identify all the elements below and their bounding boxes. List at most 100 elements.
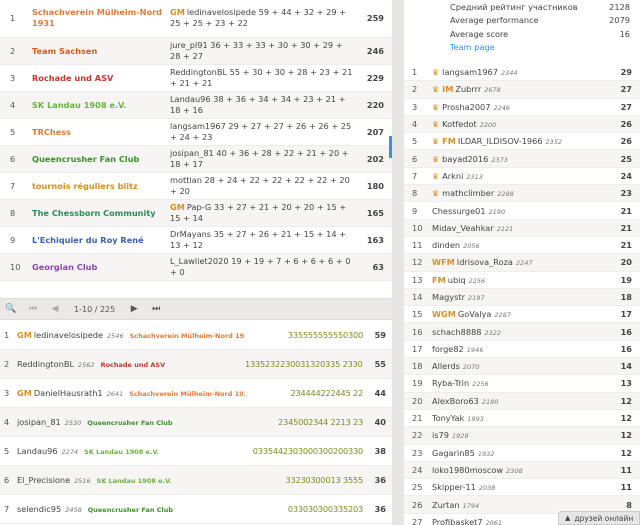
team-page-link[interactable]: Team page <box>450 42 495 52</box>
team-player-name-link[interactable]: AlexBoro63 <box>432 396 479 406</box>
team-row[interactable]: 8 The Chessborn Community GM Pap-G 33 + 27 … <box>0 200 392 227</box>
team-row[interactable]: 6 Queencrusher Fan Club josipan_81 40 + 36… <box>0 146 392 173</box>
team-player-row[interactable]: 14 Magystr 2197 18 <box>404 288 640 307</box>
player-name-link[interactable]: ReddingtonBL <box>17 359 74 369</box>
team-player-name-link[interactable]: Chessurge01 <box>432 206 486 216</box>
player-team-link[interactable]: SK Landau 1908 e.V. <box>84 448 159 456</box>
team-row[interactable]: 9 L'Echiquier du Roy René DrMayans 35 + 27… <box>0 227 392 254</box>
team-row[interactable]: 4 SK Landau 1908 e.V. Landau96 38 + 36 + 3… <box>0 92 392 119</box>
player-team-link[interactable]: Rochade und ASV <box>101 361 166 369</box>
player-row[interactable]: 4 josipan_81 2530 Queencrusher Fan Club 2345… <box>0 408 392 437</box>
player-name-link[interactable]: DanielHausrath1 <box>34 388 103 398</box>
team-leader-name[interactable]: Pap-G <box>187 202 211 212</box>
team-player-row[interactable]: 15 WGM GoValya 2287 17 <box>404 306 640 324</box>
team-player-name-link[interactable]: Ryba-Trin <box>432 378 469 388</box>
player-name-link[interactable]: selendic95 <box>17 504 61 514</box>
team-player-name-link[interactable]: dinden <box>432 240 460 250</box>
team-player-name-link[interactable]: Zurtan <box>432 500 460 510</box>
team-leader-name[interactable]: DrMayans <box>170 229 211 239</box>
team-name-link[interactable]: Team Sachsen <box>32 46 170 57</box>
team-name-link[interactable]: The Chessborn Community <box>32 208 170 219</box>
team-leader-name[interactable]: josipan_81 <box>170 148 214 158</box>
team-player-row[interactable]: 12 WFM Idrisova_Roza 2247 20 <box>404 254 640 272</box>
team-player-name-link[interactable]: langsam1967 <box>442 67 498 77</box>
team-player-row[interactable]: 11 dinden 2056 21 <box>404 237 640 255</box>
online-friends-button[interactable]: ▲ друзей онлайн <box>558 511 640 525</box>
team-player-name-link[interactable]: Kotfedot <box>442 119 477 129</box>
team-player-name-link[interactable]: Profibasket7 <box>432 517 483 525</box>
player-name-link[interactable]: El_Precisione <box>17 475 70 485</box>
team-player-row[interactable]: 6 ♛ bayad2016 2373 25 <box>404 150 640 168</box>
team-player-row[interactable]: 23 Gagarin85 1932 12 <box>404 445 640 462</box>
team-player-name-link[interactable]: mathclimber <box>442 188 494 198</box>
team-player-row[interactable]: 19 Ryba-Trin 2256 13 <box>404 375 640 393</box>
team-name-link[interactable]: tournois réguliers blitz <box>32 181 170 192</box>
team-player-name-link[interactable]: GoValya <box>458 309 491 319</box>
player-team-link[interactable]: SK Landau 1908 e.V. <box>97 477 172 485</box>
team-row[interactable]: 1 Schachverein Mülheim-Nord 1931 GM ledinav… <box>0 0 392 38</box>
team-leader-name[interactable]: langsam1967 <box>170 121 226 131</box>
team-name-link[interactable]: TRChess <box>32 127 170 138</box>
team-leader-name[interactable]: jure_pl91 <box>170 40 208 50</box>
player-row[interactable]: 7 selendic95 2458 Queencrusher Fan Club 0330… <box>0 495 392 524</box>
team-player-row[interactable]: 5 ♛ FM ILDAR_ILDISOV-1966 2352 26 <box>404 133 640 151</box>
team-row[interactable]: 3 Rochade und ASV ReddingtonBL 55 + 30 + 3… <box>0 65 392 92</box>
team-row[interactable]: 10 Georgian Club L_Lawliet2020 19 + 19 + 7… <box>0 254 392 281</box>
search-icon[interactable]: 🔍 <box>0 304 22 314</box>
player-name-link[interactable]: josipan_81 <box>17 417 61 427</box>
team-player-row[interactable]: 10 Midav_Veahkar 2121 21 <box>404 219 640 237</box>
team-name-link[interactable]: Schachverein Mülheim-Nord 1931 <box>32 7 170 29</box>
team-player-row[interactable]: 24 loko1980moscow 2308 11 <box>404 461 640 480</box>
next-page-icon[interactable]: ▶ <box>123 304 145 314</box>
player-row[interactable]: 2 ReddingtonBL 2562 Rochade und ASV 13352322… <box>0 350 392 379</box>
team-player-row[interactable]: 17 forge82 1946 16 <box>404 341 640 359</box>
team-player-name-link[interactable]: loko1980moscow <box>432 465 503 475</box>
team-player-name-link[interactable]: ILDAR_ILDISOV-1966 <box>458 136 543 146</box>
team-player-row[interactable]: 20 AlexBoro63 2180 12 <box>404 392 640 410</box>
team-leader-name[interactable]: L_Lawliet2020 <box>170 256 229 266</box>
team-player-row[interactable]: 18 Allerds 2070 14 <box>404 358 640 376</box>
player-name-link[interactable]: ledinavelosipede <box>34 330 103 340</box>
player-team-link[interactable]: Schachverein Mülheim-Nord 1931 <box>130 332 245 340</box>
team-player-name-link[interactable]: ubiq <box>448 275 466 285</box>
team-player-name-link[interactable]: Prosha2007 <box>442 102 490 112</box>
team-name-link[interactable]: SK Landau 1908 e.V. <box>32 100 170 111</box>
team-player-name-link[interactable]: Skipper-11 <box>432 482 476 492</box>
team-player-row[interactable]: 7 ♛ Arkni 2313 24 <box>404 168 640 186</box>
team-player-row[interactable]: 1 ♛ langsam1967 2344 29 <box>404 64 640 82</box>
team-name-link[interactable]: Queencrusher Fan Club <box>32 154 170 165</box>
team-player-name-link[interactable]: Gagarin85 <box>432 448 475 458</box>
team-player-row[interactable]: 13 FM ubiq 2256 19 <box>404 272 640 289</box>
team-name-link[interactable]: Georgian Club <box>32 262 170 273</box>
team-name-link[interactable]: Rochade und ASV <box>32 73 170 84</box>
team-row[interactable]: 5 TRChess langsam1967 29 + 27 + 27 + 26 + … <box>0 119 392 146</box>
team-row[interactable]: 2 Team Sachsen jure_pl91 36 + 33 + 33 + 30… <box>0 38 392 65</box>
team-leader-name[interactable]: ReddingtonBL <box>170 67 227 77</box>
team-leader-name[interactable]: ledinavelosipede <box>187 7 256 17</box>
team-player-row[interactable]: 8 ♛ mathclimber 2288 23 <box>404 185 640 203</box>
team-leader-name[interactable]: Landau96 <box>170 94 211 104</box>
team-player-name-link[interactable]: Magystr <box>432 292 465 302</box>
team-player-name-link[interactable]: Midav_Veahkar <box>432 223 494 233</box>
team-player-name-link[interactable]: bayad2016 <box>442 154 488 164</box>
team-leader-name[interactable]: mottian <box>170 175 202 185</box>
team-player-row[interactable]: 4 ♛ Kotfedot 2200 26 <box>404 115 640 134</box>
team-player-row[interactable]: 25 Skipper-11 2038 11 <box>404 479 640 497</box>
team-player-name-link[interactable]: forge82 <box>432 344 464 354</box>
player-team-link[interactable]: Schachverein Mülheim-Nord 1931 <box>129 390 245 398</box>
team-player-name-link[interactable]: Arkni <box>442 171 463 181</box>
last-page-icon[interactable]: ⏭ <box>145 304 167 314</box>
first-page-icon[interactable]: ⏮ <box>22 304 44 314</box>
team-player-name-link[interactable]: Zubrrr <box>455 84 481 94</box>
player-name-link[interactable]: Landau96 <box>17 446 58 456</box>
team-player-row[interactable]: 3 ♛ Prosha2007 2246 27 <box>404 99 640 116</box>
team-player-row[interactable]: 9 Chessurge01 2190 21 <box>404 202 640 220</box>
player-row[interactable]: 6 El_Precisione 2516 SK Landau 1908 e.V. 332… <box>0 466 392 495</box>
team-player-row[interactable]: 22 is79 1929 12 <box>404 427 640 445</box>
team-player-name-link[interactable]: is79 <box>432 430 449 440</box>
team-player-name-link[interactable]: Allerds <box>432 361 460 371</box>
player-row[interactable]: 3 GM DanielHausrath1 2641 Schachverein Mülhe… <box>0 379 392 408</box>
team-name-link[interactable]: L'Echiquier du Roy René <box>32 235 170 246</box>
team-player-row[interactable]: 2 ♛ IM Zubrrr 2678 27 <box>404 81 640 99</box>
player-row[interactable]: 1 GM ledinavelosipede 2546 Schachverein Mülh… <box>0 321 392 350</box>
